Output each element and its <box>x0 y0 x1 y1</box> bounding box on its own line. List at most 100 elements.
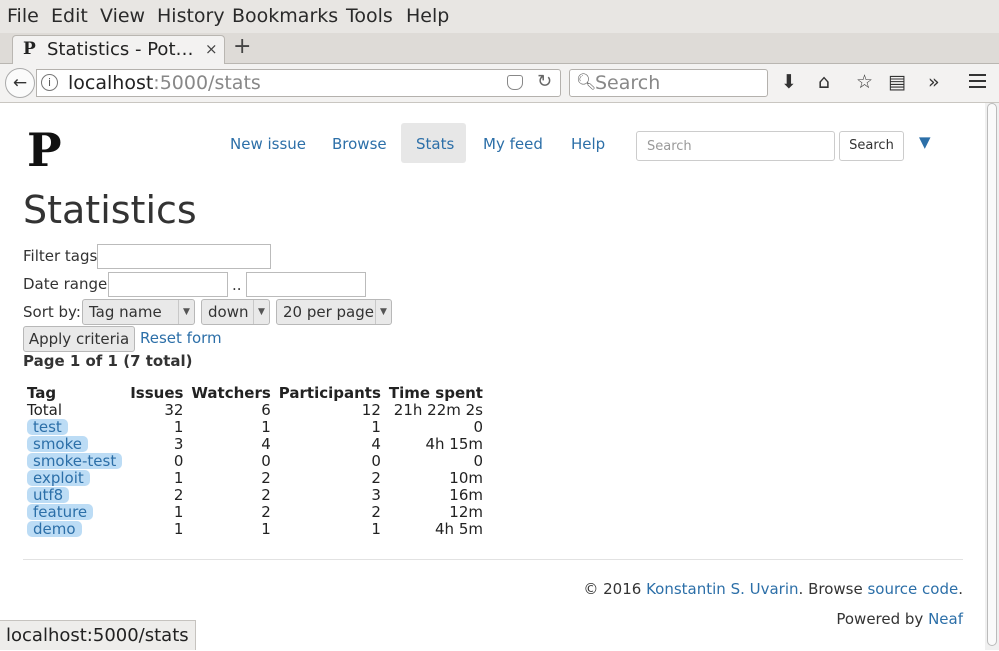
tag-link[interactable]: demo <box>27 521 82 537</box>
date-to-input[interactable] <box>246 272 366 297</box>
cell-watchers: 0 <box>261 452 271 470</box>
scrollbar-thumb[interactable] <box>987 103 997 646</box>
neaf-link[interactable]: Neaf <box>928 610 963 628</box>
browse-text: . Browse <box>798 580 868 598</box>
filter-tags-label: Filter tags <box>23 247 98 265</box>
menu-view[interactable]: View <box>100 5 145 27</box>
filter-tags-input[interactable] <box>97 244 271 269</box>
sort-direction-select[interactable]: down ▼ <box>201 299 270 325</box>
search-icon: 🔍︎ <box>576 72 597 91</box>
nav-new-issue[interactable]: New issue <box>230 135 306 153</box>
user-icon: ▼ <box>919 133 931 151</box>
cell-time-spent: 16m <box>449 486 483 504</box>
date-from-input[interactable] <box>108 272 228 297</box>
per-page-value: 20 per page <box>283 303 375 321</box>
date-range-separator: .. <box>232 276 242 294</box>
reading-list-icon[interactable]: ▤ <box>888 71 906 93</box>
reset-form-link[interactable]: Reset form <box>140 329 222 347</box>
table-row: smoke 3 4 4 4h 15m <box>23 436 487 453</box>
new-tab-icon[interactable]: + <box>233 34 251 59</box>
pocket-icon[interactable] <box>507 75 523 90</box>
home-icon[interactable]: ⌂ <box>818 71 830 93</box>
scrollbar[interactable] <box>985 103 999 650</box>
menu-help[interactable]: Help <box>406 5 449 27</box>
cell-issues: 32 <box>164 401 184 419</box>
col-issues: Issues <box>130 384 184 402</box>
nav-stats[interactable]: Stats <box>416 135 454 153</box>
sort-field-select[interactable]: Tag name ▼ <box>82 299 195 325</box>
browser-search-placeholder: Search <box>595 72 661 94</box>
footer-copyright: © 2016 Konstantin S. Uvarin. Browse sour… <box>583 580 963 598</box>
site-logo[interactable]: Ρ <box>27 127 62 173</box>
footer-period: . <box>958 580 963 598</box>
page-title: Statistics <box>23 188 197 232</box>
cell-time-spent: 0 <box>473 452 483 470</box>
download-icon[interactable]: ⬇ <box>781 71 797 93</box>
menu-history[interactable]: History <box>157 5 225 27</box>
tag-link[interactable]: smoke <box>27 436 88 452</box>
apply-criteria-button[interactable]: Apply criteria <box>23 326 135 352</box>
hamburger-menu-icon[interactable] <box>969 74 986 88</box>
site-info-icon[interactable]: i <box>41 74 58 91</box>
bookmark-star-icon[interactable]: ☆ <box>856 71 873 93</box>
table-row: feature 1 2 2 12m <box>23 504 487 521</box>
cell-participants: 1 <box>371 520 381 538</box>
source-code-link[interactable]: source code <box>867 580 958 598</box>
menu-file[interactable]: File <box>7 5 39 27</box>
site-search-input[interactable]: Search <box>636 131 835 161</box>
cell-watchers: 1 <box>261 418 271 436</box>
cell-participants: 4 <box>371 435 381 453</box>
tag-link[interactable]: exploit <box>27 470 90 486</box>
sort-label: Sort by: <box>23 303 81 321</box>
browser-tab[interactable]: Ρ Statistics - Pot… × <box>12 35 225 64</box>
nav-browse[interactable]: Browse <box>332 135 387 153</box>
cell-watchers: 6 <box>261 401 271 419</box>
reload-icon[interactable]: ↻ <box>537 71 552 92</box>
table-row: exploit 1 2 2 10m <box>23 470 487 487</box>
page-info: Page 1 of 1 (7 total) <box>23 352 193 370</box>
browser-menubar: File Edit View History Bookmarks Tools H… <box>0 0 999 33</box>
cell-time-spent: 10m <box>449 469 483 487</box>
cell-issues: 0 <box>173 452 184 470</box>
overflow-chevron-icon[interactable]: » <box>928 71 940 93</box>
table-row: test 1 1 1 0 <box>23 419 487 436</box>
cell-participants: 0 <box>371 452 381 470</box>
back-arrow-icon[interactable]: ← <box>5 68 35 98</box>
url-bar[interactable]: i localhost:5000/stats ↻ <box>36 69 561 97</box>
tag-link[interactable]: feature <box>27 504 94 520</box>
cell-participants: 3 <box>371 486 381 504</box>
favicon-icon: Ρ <box>23 39 36 59</box>
tag-link[interactable]: utf8 <box>27 487 70 503</box>
chevron-down-icon: ▼ <box>375 300 391 324</box>
user-menu[interactable]: ▼ <box>919 133 931 151</box>
tag-link[interactable]: smoke-test <box>27 453 123 469</box>
table-row: smoke-test 0 0 0 0 <box>23 453 487 470</box>
per-page-select[interactable]: 20 per page ▼ <box>276 299 392 325</box>
author-link[interactable]: Konstantin S. Uvarin <box>646 580 798 598</box>
chevron-down-icon: ▼ <box>178 300 194 324</box>
nav-help[interactable]: Help <box>571 135 605 153</box>
cell-participants: 2 <box>371 469 381 487</box>
tag-link[interactable]: test <box>27 419 68 435</box>
cell-time-spent: 4h 5m <box>435 520 483 538</box>
cell-time-spent: 21h 22m 2s <box>393 401 483 419</box>
menu-edit[interactable]: Edit <box>51 5 88 27</box>
menu-bookmarks[interactable]: Bookmarks <box>232 5 338 27</box>
cell-watchers: 1 <box>261 520 271 538</box>
date-range-label: Date range <box>23 275 108 293</box>
close-tab-icon[interactable]: × <box>205 40 218 58</box>
cell-issues: 1 <box>173 520 184 538</box>
browser-search-input[interactable]: 🔍︎ Search <box>569 69 768 97</box>
cell-watchers: 2 <box>261 486 271 504</box>
cell-time-spent: 0 <box>473 418 483 436</box>
cell-total-label: Total <box>27 401 63 419</box>
nav-my-feed[interactable]: My feed <box>483 135 543 153</box>
table-row: demo 1 1 1 4h 5m <box>23 521 487 538</box>
cell-issues: 2 <box>173 486 184 504</box>
site-search-button[interactable]: Search <box>839 131 904 161</box>
cell-time-spent: 12m <box>449 503 483 521</box>
cell-issues: 1 <box>173 469 184 487</box>
col-participants: Participants <box>278 384 381 402</box>
cell-issues: 1 <box>173 503 184 521</box>
menu-tools[interactable]: Tools <box>346 5 393 27</box>
